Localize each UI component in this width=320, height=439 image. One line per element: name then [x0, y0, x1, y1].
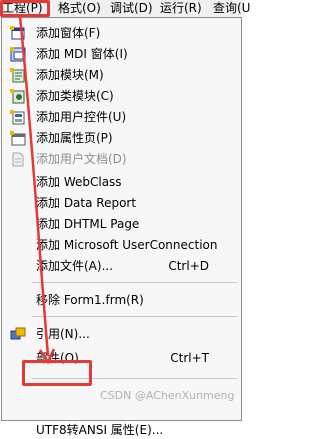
- annotation-arrow: [18, 16, 56, 365]
- menu-item-label: UTF8转ANSI 属性(E)...: [36, 423, 164, 437]
- menu-item-utf8-to-ansi[interactable]: UTF8转ANSI 属性(E)...: [2, 421, 241, 439]
- watermark-text: CSDN @AChenXunmeng: [100, 389, 235, 402]
